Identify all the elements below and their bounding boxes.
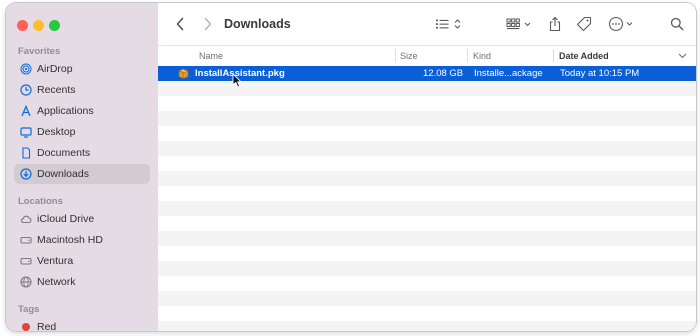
minimize-button[interactable] (33, 20, 44, 31)
back-button[interactable] (172, 14, 188, 34)
downloads-icon (20, 168, 32, 180)
tag-dot-icon (20, 321, 32, 331)
more-actions-button[interactable] (607, 14, 637, 34)
document-icon (20, 147, 32, 159)
sidebar-item-airdrop[interactable]: AirDrop (14, 59, 150, 79)
cloud-icon (20, 213, 32, 225)
sidebar-item-tag-red[interactable]: Red (14, 317, 150, 331)
row-stripe (158, 96, 696, 111)
sidebar-item-network[interactable]: Network (14, 272, 150, 292)
row-stripe (158, 231, 696, 246)
row-stripe (158, 201, 696, 216)
column-divider[interactable] (467, 49, 468, 62)
section-header-locations: Locations (18, 196, 63, 207)
column-divider[interactable] (395, 49, 396, 62)
sidebar-item-label: Downloads (37, 168, 89, 180)
share-icon (549, 16, 561, 32)
sidebar-item-label: iCloud Drive (37, 213, 95, 225)
row-stripe (158, 171, 696, 186)
zoom-button[interactable] (49, 20, 60, 31)
sidebar-item-ventura[interactable]: Ventura (14, 251, 150, 271)
view-options-button[interactable] (434, 14, 466, 34)
tag-button[interactable] (575, 14, 593, 34)
share-button[interactable] (547, 14, 563, 34)
sidebar-item-label: Documents (37, 147, 91, 159)
column-header-date-added[interactable]: Date Added (559, 51, 609, 61)
grid-view-icon (506, 18, 531, 30)
section-header-favorites: Favorites (18, 46, 61, 57)
sidebar-item-documents[interactable]: Documents (14, 143, 150, 163)
column-header-size[interactable]: Size (400, 51, 418, 61)
desktop-icon (20, 126, 32, 138)
sidebar-item-label: Network (37, 276, 76, 288)
row-stripe (158, 186, 696, 201)
row-stripe (158, 246, 696, 261)
row-stripe (158, 141, 696, 156)
section-header-tags: Tags (18, 304, 40, 315)
file-size: 12.08 GB (423, 68, 464, 79)
finder-window: Favorites AirDrop Recents Applications D… (6, 3, 696, 331)
sidebar-item-desktop[interactable]: Desktop (14, 122, 150, 142)
sidebar-item-label: Applications (37, 105, 94, 117)
list-view-icon (436, 19, 461, 29)
airdrop-icon (20, 63, 32, 75)
more-icon (608, 16, 633, 32)
sidebar-item-label: AirDrop (37, 63, 73, 75)
globe-icon (20, 276, 32, 288)
column-header-name[interactable]: Name (199, 51, 223, 61)
sidebar: Favorites AirDrop Recents Applications D… (6, 3, 158, 331)
column-header-kind[interactable]: Kind (473, 51, 491, 61)
forward-icon (204, 17, 212, 31)
sidebar-item-applications[interactable]: Applications (14, 101, 150, 121)
row-stripe (158, 126, 696, 141)
group-button[interactable] (505, 14, 535, 34)
package-icon (178, 68, 189, 79)
toolbar: Downloads (158, 3, 696, 45)
file-kind: Installe...ackage (474, 68, 543, 79)
search-icon (670, 17, 684, 31)
row-stripe (158, 306, 696, 321)
window-title: Downloads (224, 17, 291, 31)
search-button[interactable] (669, 14, 685, 34)
row-stripe (158, 111, 696, 126)
sidebar-item-label: Ventura (37, 255, 74, 267)
sidebar-item-icloud-drive[interactable]: iCloud Drive (14, 209, 150, 229)
sidebar-item-macintosh-hd[interactable]: Macintosh HD (14, 230, 150, 250)
sidebar-item-label: Macintosh HD (37, 234, 103, 246)
applications-icon (20, 105, 32, 117)
row-stripe (158, 216, 696, 231)
row-stripe (158, 291, 696, 306)
column-header-bar: Name Size Kind Date Added (158, 45, 696, 67)
tag-icon (576, 16, 592, 32)
sidebar-item-label: Red (37, 321, 57, 331)
back-icon (176, 17, 184, 31)
row-stripe (158, 261, 696, 276)
sidebar-item-downloads[interactable]: Downloads (14, 164, 150, 184)
clock-icon (20, 84, 32, 96)
close-button[interactable] (17, 20, 28, 31)
disk-icon (20, 255, 32, 267)
file-date-added: Today at 10:15 PM (560, 68, 640, 79)
row-stripe (158, 156, 696, 171)
file-list: InstallAssistant.pkg 12.08 GB Installe..… (158, 66, 696, 331)
forward-button[interactable] (200, 14, 216, 34)
column-divider[interactable] (553, 49, 554, 62)
disk-icon (20, 234, 32, 246)
row-stripe (158, 276, 696, 291)
sidebar-item-label: Recents (37, 84, 76, 96)
sidebar-item-recents[interactable]: Recents (14, 80, 150, 100)
sidebar-item-label: Desktop (37, 126, 76, 138)
content-area: Downloads Name Size Kind Date Added Inst… (158, 3, 696, 331)
row-stripe (158, 321, 696, 331)
mouse-cursor-icon (232, 73, 242, 88)
chevron-down-icon (678, 53, 687, 59)
